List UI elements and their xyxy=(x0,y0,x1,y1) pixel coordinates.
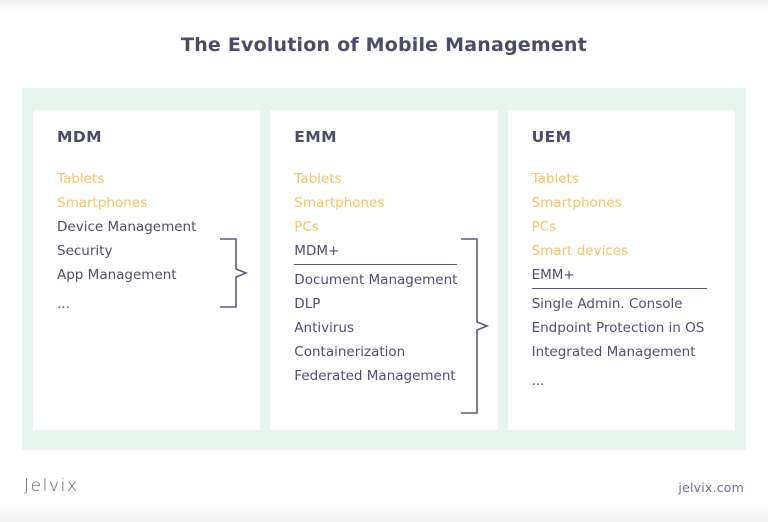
list-item: Smartphones xyxy=(57,195,148,211)
list-item: DLP xyxy=(294,296,321,312)
column-card-emm: EMM Tablets Smartphones PCs MDM+ Documen… xyxy=(270,110,498,430)
list-item: Endpoint Protection in OS xyxy=(531,320,705,336)
list-item: ... xyxy=(57,296,70,312)
column-title-uem: UEM xyxy=(531,128,572,146)
column-list-uem: Tablets Smartphones PCs Smart devices EM… xyxy=(531,167,735,393)
list-item: PCs xyxy=(294,219,319,235)
list-item: Document Management xyxy=(294,272,458,288)
column-list-emm: Tablets Smartphones PCs MDM+ Document Ma… xyxy=(294,167,497,388)
column-card-uem: UEM Tablets Smartphones PCs Smart device… xyxy=(507,110,735,430)
page-title: The Evolution of Mobile Management xyxy=(181,34,587,56)
list-item: Tablets xyxy=(531,171,579,187)
column-title-emm: EMM xyxy=(294,128,337,146)
column-title-mdm: MDM xyxy=(57,128,102,146)
list-item: Device Management xyxy=(57,219,197,235)
list-item: Integrated Management xyxy=(531,344,696,360)
column-list-mdm: Tablets Smartphones Device Management Se… xyxy=(57,167,260,316)
page-bottom-shading xyxy=(0,500,768,522)
list-item: Smartphones xyxy=(294,195,385,211)
list-item: Single Admin. Console xyxy=(531,296,683,312)
page-top-shading xyxy=(0,0,768,16)
list-item: Containerization xyxy=(294,344,406,360)
website-url: jelvix.com xyxy=(678,480,744,495)
list-item: Federated Management xyxy=(294,368,456,384)
list-item: Tablets xyxy=(294,171,342,187)
list-item: ... xyxy=(531,373,545,389)
list-item: Smart devices xyxy=(531,243,629,259)
list-item-group-header: EMM+ xyxy=(531,263,735,289)
list-item: App Management xyxy=(57,267,177,283)
list-item: Antivirus xyxy=(294,320,355,336)
list-item: Security xyxy=(57,243,113,259)
column-card-mdm: MDM Tablets Smartphones Device Managemen… xyxy=(33,110,261,430)
brand-logo: Jelvix xyxy=(24,476,79,496)
list-item: PCs xyxy=(531,219,557,235)
list-item: Tablets xyxy=(57,171,105,187)
list-item-group-header: MDM+ xyxy=(294,239,497,265)
list-item: Smartphones xyxy=(531,195,622,211)
columns-container: MDM Tablets Smartphones Device Managemen… xyxy=(33,110,735,430)
